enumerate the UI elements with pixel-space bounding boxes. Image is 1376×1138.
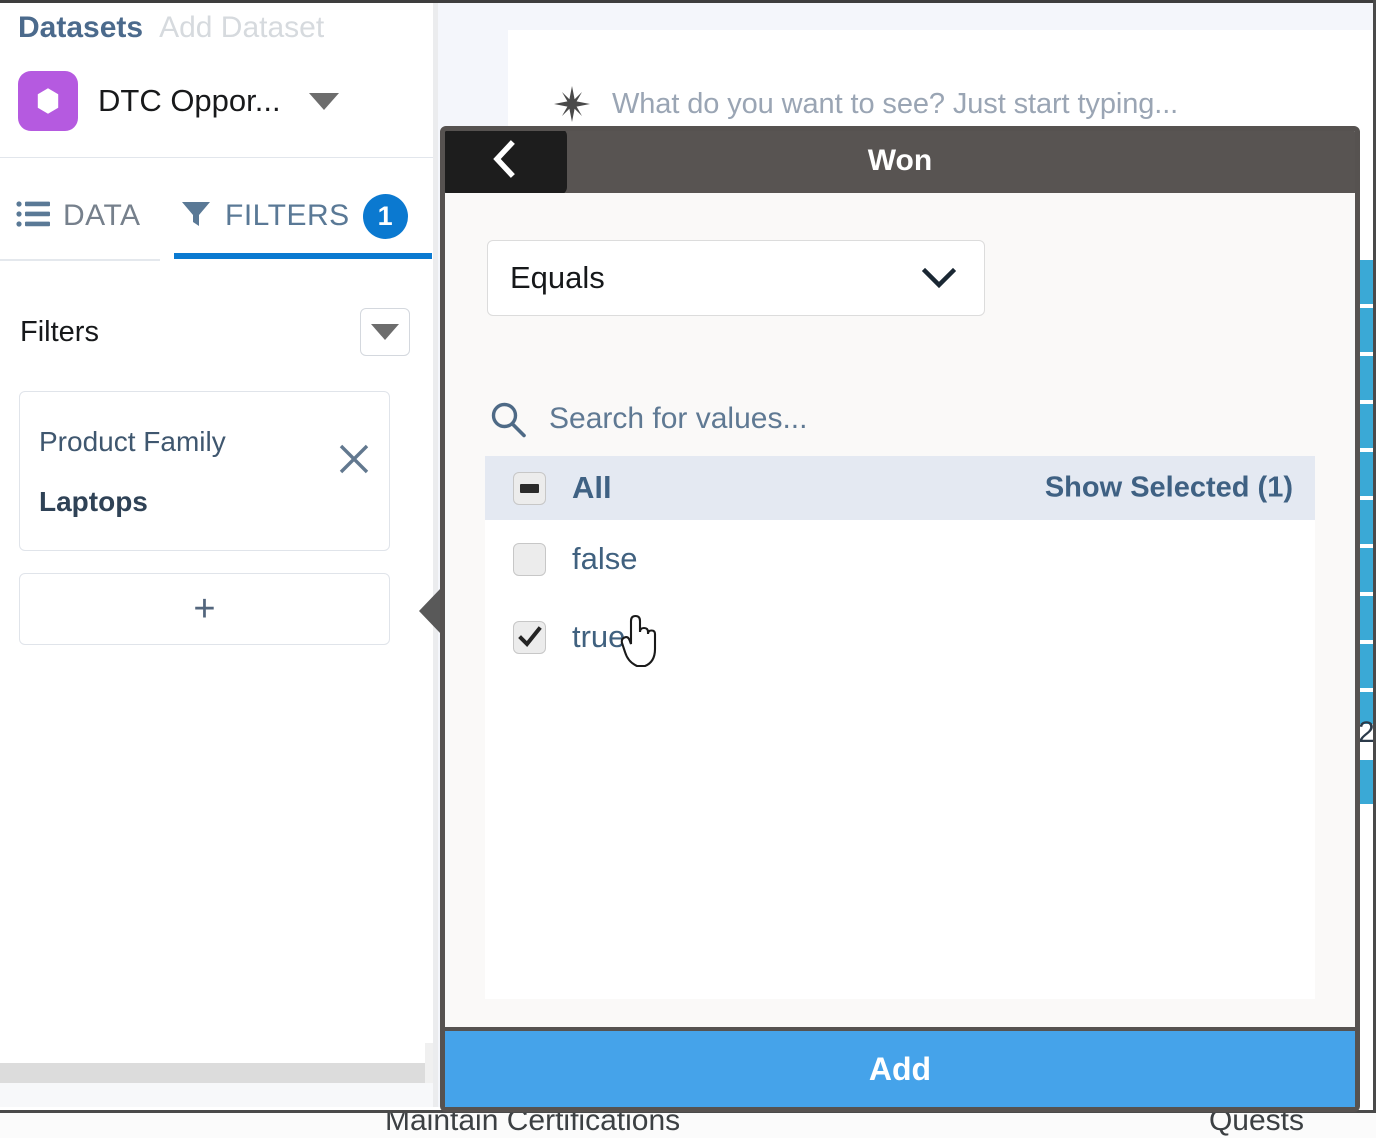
- operator-selected-value: Equals: [510, 260, 605, 295]
- add-filter-button[interactable]: +: [19, 573, 390, 645]
- page-bottom-strip: Maintain Certifications Quests: [0, 1110, 1376, 1138]
- panel-divider-rail: [433, 3, 438, 1107]
- close-icon[interactable]: [337, 442, 371, 476]
- tab-data-label: DATA: [63, 199, 141, 232]
- left-sidebar: Datasets Add Dataset DTC Oppor... DATA F…: [0, 3, 434, 1107]
- tab-filters[interactable]: FILTERS 1: [174, 173, 432, 259]
- sidebar-tabs: DATA FILTERS 1: [0, 173, 433, 263]
- filters-label: Filters: [20, 315, 99, 348]
- hexagon-dataset-icon: [18, 71, 78, 131]
- check-icon: [517, 625, 542, 649]
- modal-header: Won: [445, 131, 1355, 195]
- value-list: All Show Selected (1) false true: [485, 456, 1315, 999]
- caret-down-icon: [371, 324, 399, 340]
- bottom-left-text: Maintain Certifications: [385, 1110, 681, 1137]
- window-frame-top: [0, 0, 1376, 3]
- indeterminate-dash-icon: [520, 483, 539, 493]
- scrollbar-track-end: [425, 1063, 433, 1083]
- caret-down-icon[interactable]: [308, 92, 339, 110]
- collapse-panel-handle[interactable]: [419, 588, 441, 634]
- value-row-true[interactable]: true: [485, 598, 1315, 676]
- sidebar-horizontal-scrollbar[interactable]: [0, 1063, 433, 1083]
- value-row-false[interactable]: false: [485, 520, 1315, 598]
- value-search-placeholder: Search for values...: [549, 402, 808, 435]
- value-row-label: false: [572, 541, 638, 576]
- sidebar-vertical-scrollbar[interactable]: [425, 1043, 433, 1063]
- checkbox-unchecked[interactable]: [513, 542, 546, 576]
- dataset-name: DTC Oppor...: [98, 83, 281, 118]
- value-row-all-label: All: [572, 470, 612, 505]
- search-icon: [489, 400, 527, 438]
- funnel-icon: [180, 198, 212, 235]
- sparkle-icon: [552, 84, 592, 124]
- active-tab-underline: [174, 253, 432, 259]
- add-button[interactable]: Add: [445, 1027, 1355, 1107]
- checkbox-checked[interactable]: [513, 620, 546, 654]
- filters-count-badge: 1: [362, 193, 408, 239]
- bottom-right-text: Quests: [1208, 1110, 1304, 1137]
- datasets-header: Datasets Add Dataset DTC Oppor...: [0, 3, 433, 158]
- value-row-label: true: [572, 619, 626, 654]
- tab-data[interactable]: DATA: [10, 173, 158, 259]
- plus-icon: +: [193, 588, 216, 630]
- filter-field-name: Product Family: [39, 426, 226, 457]
- tab-filters-label: FILTERS: [225, 199, 350, 232]
- value-search-input[interactable]: Search for values...: [485, 382, 1321, 456]
- list-icon: [16, 199, 50, 234]
- chevron-down-icon: [921, 267, 957, 289]
- filter-card-product-family[interactable]: Product Family Laptops: [19, 391, 390, 551]
- modal-body: Equals Search for values... All Show Sel…: [445, 193, 1355, 999]
- add-dataset-button[interactable]: Add Dataset: [159, 11, 324, 45]
- filter-value-modal: Won Equals Search for values... All Show…: [440, 126, 1360, 1112]
- add-button-label: Add: [868, 1050, 932, 1087]
- value-row-all[interactable]: All Show Selected (1): [485, 456, 1315, 520]
- filters-section-header: Filters: [20, 303, 410, 361]
- show-selected-link[interactable]: Show Selected (1): [1045, 472, 1293, 505]
- omni-search-placeholder: What do you want to see? Just start typi…: [612, 87, 1179, 120]
- scrollbar-thumb[interactable]: [0, 1063, 412, 1083]
- operator-dropdown[interactable]: Equals: [487, 240, 985, 316]
- app-root: What do you want to see? Just start typi…: [0, 0, 1376, 1138]
- datasets-title: Datasets: [18, 11, 144, 44]
- sidebar-footer-pad: [0, 1083, 433, 1107]
- modal-title: Won: [867, 144, 933, 177]
- filters-collapse-button[interactable]: [360, 308, 410, 356]
- checkbox-indeterminate[interactable]: [513, 471, 546, 505]
- dataset-selector[interactable]: DTC Oppor...: [18, 71, 339, 131]
- filter-field-value: Laptops: [39, 486, 148, 517]
